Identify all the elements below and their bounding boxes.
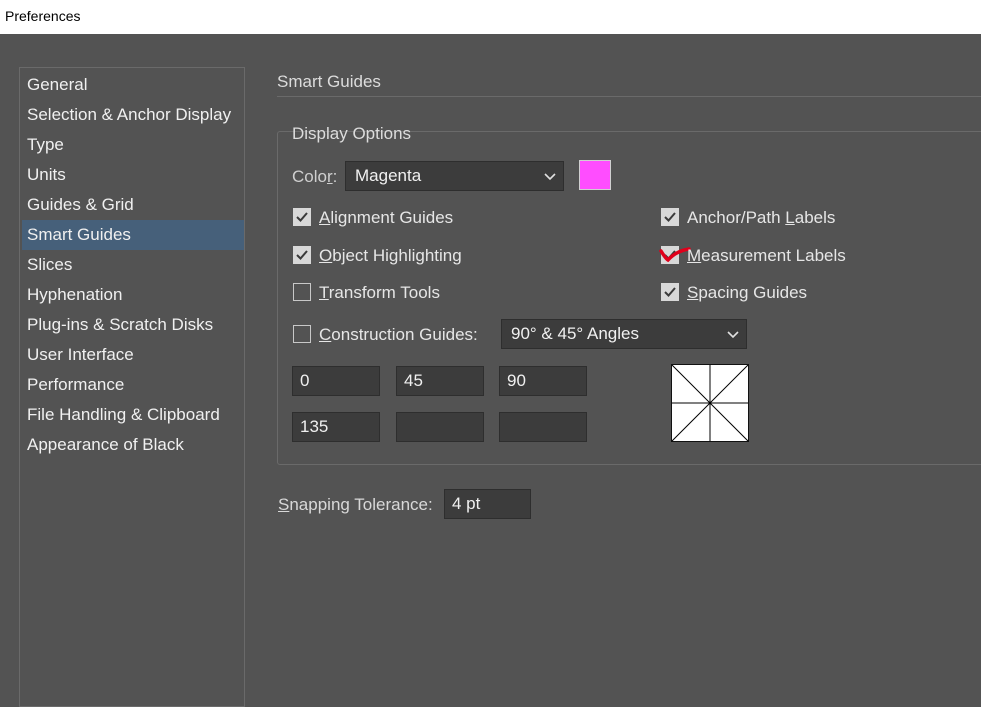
alignment-guides-label-a: A <box>319 208 331 227</box>
construction-guides-checkbox[interactable] <box>293 325 311 343</box>
spacing-guides-label-a: S <box>687 283 699 302</box>
spacing-guides-label: Spacing Guides <box>687 283 807 303</box>
snapping-tolerance-label: Snapping Tolerance: <box>278 495 433 515</box>
sidebar-item-hyphenation[interactable]: Hyphenation <box>22 280 244 310</box>
title-bar: Preferences <box>0 0 981 34</box>
panel-title-divider <box>277 96 981 97</box>
anchor-path-labels-label: Anchor/Path Labels <box>687 208 835 228</box>
color-label-text-c: : <box>332 167 338 186</box>
snapping-tolerance-label-a: S <box>278 495 290 514</box>
color-label: Color: <box>292 167 337 187</box>
chevron-down-icon <box>544 173 556 181</box>
object-highlighting-label-a: O <box>319 246 333 265</box>
spacing-guides-checkbox[interactable] <box>661 283 679 301</box>
transform-tools-label: Transform Tools <box>319 283 440 303</box>
construction-guides-label-a: C <box>319 325 332 344</box>
color-swatch[interactable] <box>579 160 611 190</box>
angle-field-1[interactable]: 0 <box>292 366 380 396</box>
sidebar-item-plugins-scratch-disks[interactable]: Plug-ins & Scratch Disks <box>22 310 244 340</box>
angle-field-2[interactable]: 45 <box>396 366 484 396</box>
sidebar: General Selection & Anchor Display Type … <box>19 67 245 707</box>
alignment-guides-label: Alignment Guides <box>319 208 453 228</box>
check-icon <box>664 287 676 297</box>
object-highlighting-label: Object Highlighting <box>319 246 462 266</box>
sidebar-item-appearance-of-black[interactable]: Appearance of Black <box>22 430 244 460</box>
anchor-path-labels-label-a: Anchor/Path <box>687 208 786 227</box>
window-title: Preferences <box>5 8 81 24</box>
anchor-path-labels-checkbox[interactable] <box>661 208 679 226</box>
alignment-guides-label-b: lignment Guides <box>330 208 454 227</box>
angle-field-6[interactable] <box>499 412 587 442</box>
check-icon <box>664 212 676 222</box>
measurement-labels-label-a: M <box>687 246 702 265</box>
check-icon <box>296 250 308 260</box>
object-highlighting-label-b: bject Highlighting <box>332 246 462 265</box>
sidebar-item-guides-grid[interactable]: Guides & Grid <box>22 190 244 220</box>
panel-title: Smart Guides <box>277 72 381 91</box>
alignment-guides-checkbox[interactable] <box>293 208 311 226</box>
measurement-labels-label-b: easurement Labels <box>701 246 846 265</box>
object-highlighting-checkbox[interactable] <box>293 246 311 264</box>
anchor-path-labels-label-b: L <box>785 208 795 227</box>
transform-tools-label-a: T <box>319 283 329 302</box>
sidebar-item-user-interface[interactable]: User Interface <box>22 340 244 370</box>
color-select-value: Magenta <box>355 166 422 185</box>
transform-tools-label-b: ransform Tools <box>328 283 440 302</box>
angle-field-5[interactable] <box>396 412 484 442</box>
sidebar-item-units[interactable]: Units <box>22 160 244 190</box>
construction-guides-label: Construction Guides: <box>319 325 478 345</box>
angle-field-3[interactable]: 90 <box>499 366 587 396</box>
snapping-tolerance-input[interactable]: 4 pt <box>444 489 531 519</box>
construction-angles-value: 90° & 45° Angles <box>511 324 639 343</box>
display-options-title: Display Options <box>292 124 412 143</box>
spacing-guides-label-b: pacing Guides <box>698 283 808 302</box>
sidebar-item-file-handling-clipboard[interactable]: File Handling & Clipboard <box>22 400 244 430</box>
construction-guides-label-b: onstruction Guides: <box>331 325 478 344</box>
sidebar-item-general[interactable]: General <box>22 70 244 100</box>
sidebar-item-slices[interactable]: Slices <box>22 250 244 280</box>
color-select[interactable]: Magenta <box>345 161 564 191</box>
measurement-labels-label: Measurement Labels <box>687 246 846 266</box>
construction-angles-select[interactable]: 90° & 45° Angles <box>501 319 747 349</box>
angles-preview-icon <box>671 364 749 442</box>
angle-field-4[interactable]: 135 <box>292 412 380 442</box>
color-label-text-a: Colo <box>292 167 327 186</box>
transform-tools-checkbox[interactable] <box>293 283 311 301</box>
chevron-down-icon <box>727 331 739 339</box>
snapping-tolerance-label-b: napping Tolerance: <box>289 495 433 514</box>
sidebar-item-type[interactable]: Type <box>22 130 244 160</box>
sidebar-item-performance[interactable]: Performance <box>22 370 244 400</box>
sidebar-item-smart-guides[interactable]: Smart Guides <box>22 220 244 250</box>
check-icon <box>296 212 308 222</box>
construction-angles-preview <box>671 364 749 442</box>
anchor-path-labels-label-c: abels <box>794 208 836 227</box>
sidebar-item-selection-anchor-display[interactable]: Selection & Anchor Display <box>22 100 244 130</box>
